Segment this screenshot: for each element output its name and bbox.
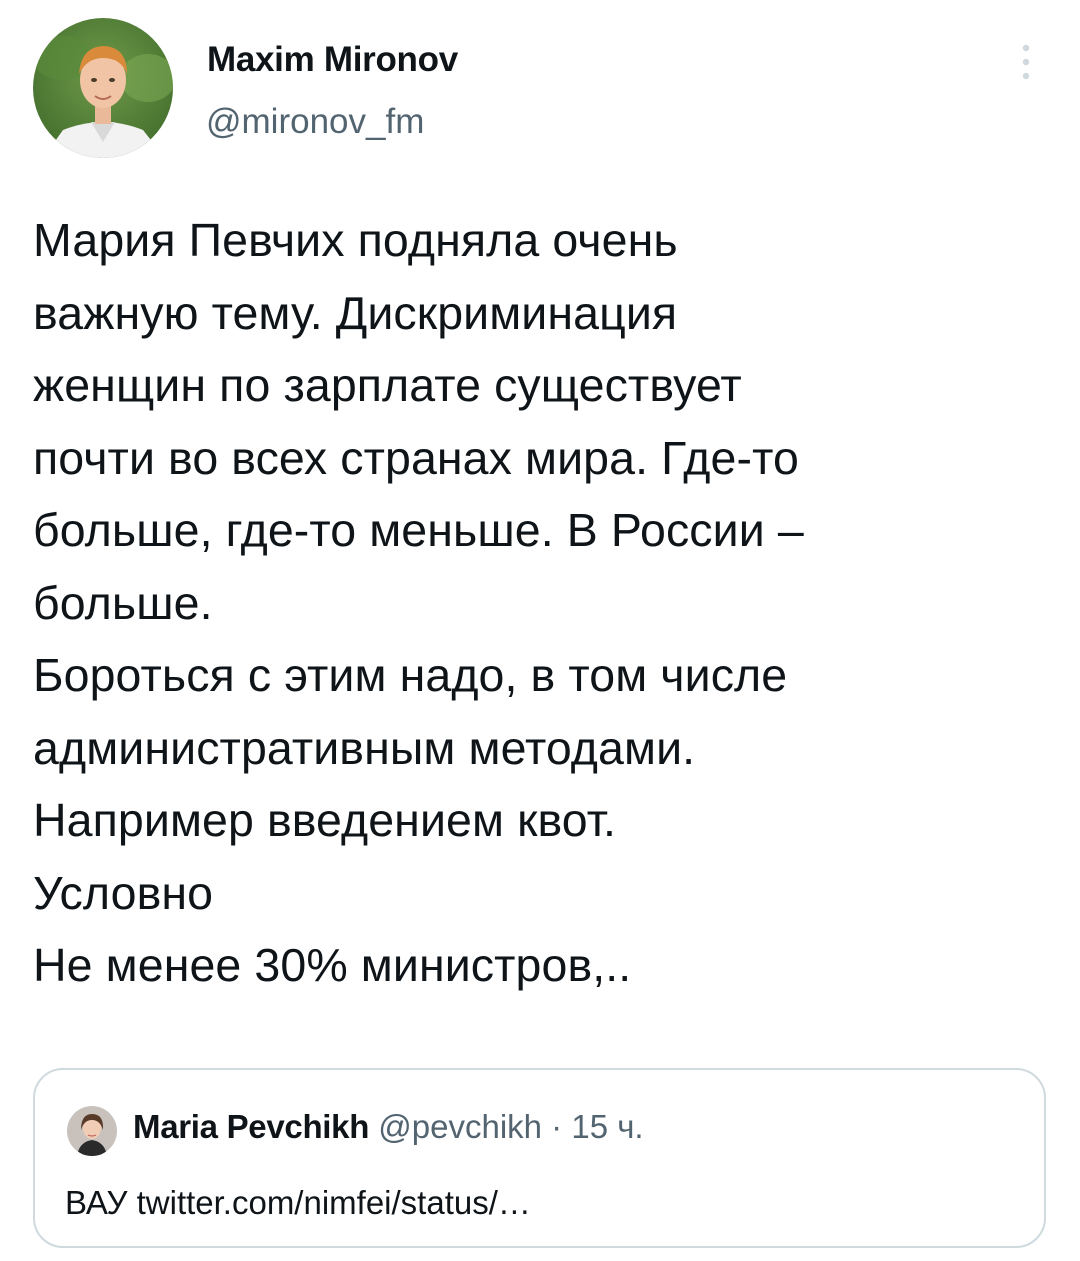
tweet-text-line: административным методами.: [33, 721, 696, 774]
more-vertical-icon[interactable]: [1008, 40, 1044, 84]
author-avatar[interactable]: [33, 18, 173, 158]
tweet-text-line: Условно: [33, 866, 214, 919]
quoted-timestamp[interactable]: 15 ч.: [571, 1108, 643, 1145]
tweet-text: Мария Певчих подняла очень важную тему. …: [33, 204, 1048, 1002]
author-name[interactable]: Maxim Mironov: [207, 40, 458, 80]
tweet-text-line: почти во всех странах мира. Где-то: [33, 431, 799, 484]
tweet-text-line: Мария Певчих подняла очень: [33, 214, 678, 266]
author-avatar-image: [33, 18, 173, 158]
tweet-text-line: важную тему. Дискриминация: [33, 286, 678, 339]
quoted-tweet-header: Maria Pevchikh @pevchikh · 15 ч.: [133, 1108, 644, 1146]
quoted-author-avatar[interactable]: [67, 1106, 117, 1156]
tweet-text-line: женщин по зарплате существует: [33, 359, 742, 411]
tweet-text-line: Не менее 30% министров,..: [33, 939, 632, 991]
author-handle[interactable]: @mironov_fm: [206, 102, 424, 142]
quoted-tweet-text[interactable]: ВАУ twitter.com/nimfei/status/…: [65, 1184, 531, 1222]
quoted-separator: ·: [542, 1108, 572, 1145]
tweet-text-line: больше.: [33, 576, 213, 629]
tweet: Maxim Mironov @mironov_fm Мария Певчих п…: [0, 0, 1080, 1261]
tweet-text-line: Например введением квот.: [33, 794, 617, 846]
tweet-text-line: больше, где-то меньше. В России –: [33, 504, 804, 556]
quoted-tweet-card[interactable]: Maria Pevchikh @pevchikh · 15 ч. ВАУ twi…: [33, 1068, 1046, 1248]
quoted-author-name[interactable]: Maria Pevchikh: [133, 1108, 369, 1145]
tweet-text-line: Бороться с этим надо, в том числе: [33, 649, 788, 701]
quoted-author-handle[interactable]: @pevchikh: [378, 1108, 542, 1145]
